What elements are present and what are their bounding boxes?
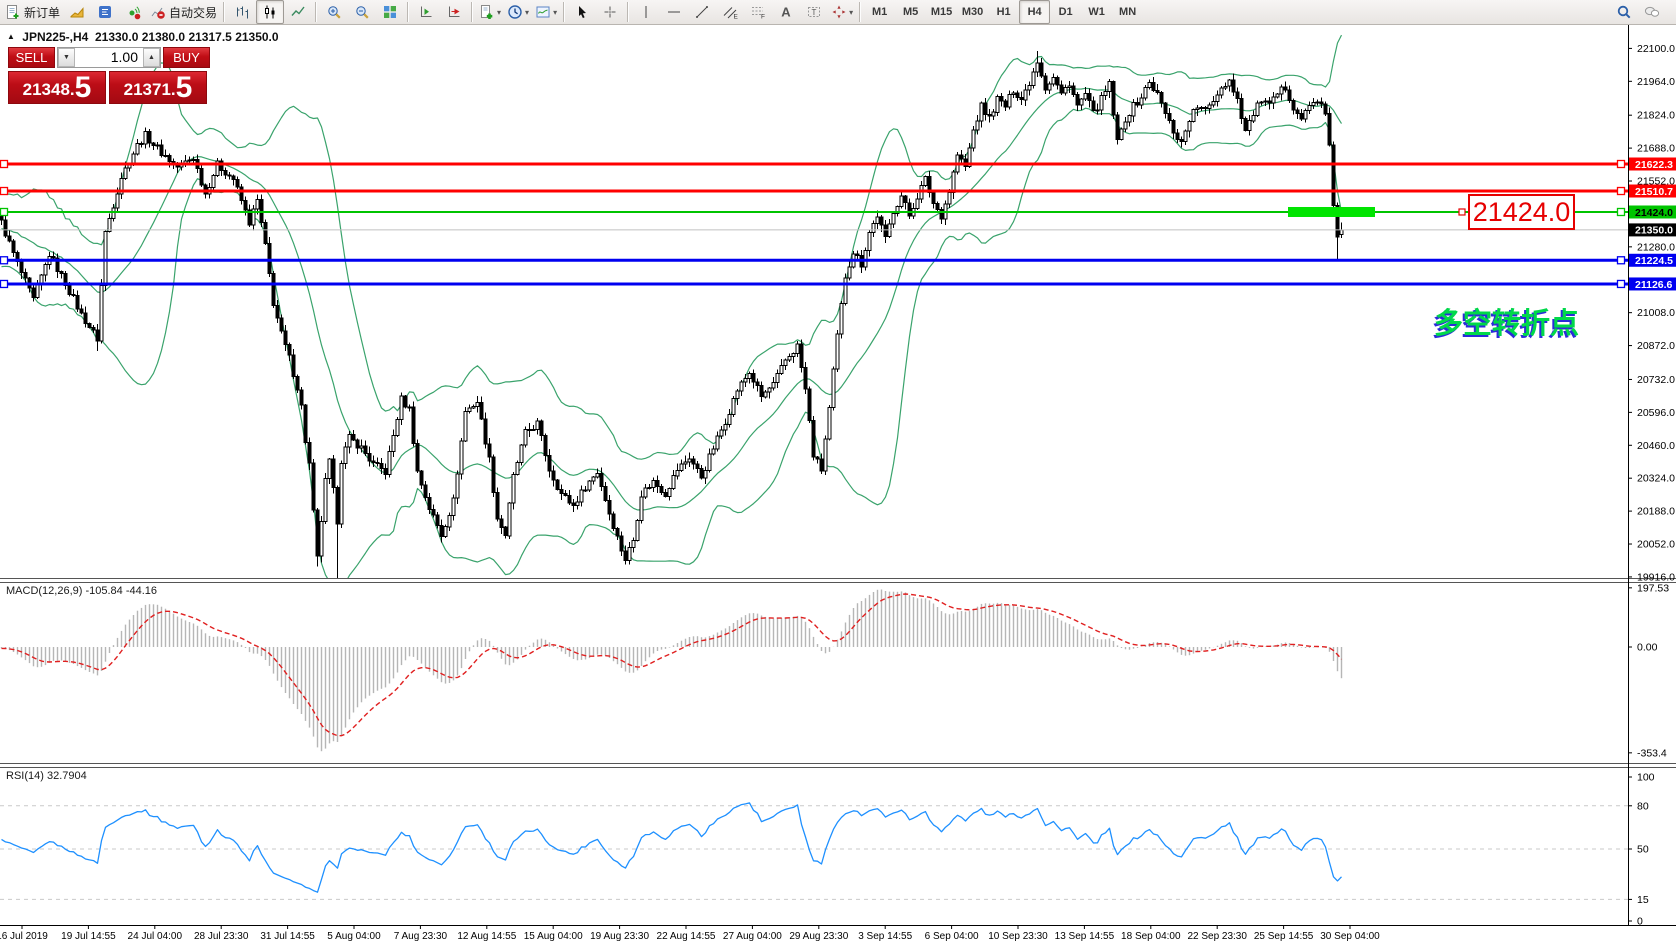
sell-price-fraction: 5 [75, 74, 92, 102]
svg-text:20596.0: 20596.0 [1637, 407, 1675, 419]
sell-price-main: 21348 [23, 78, 70, 102]
svg-text:30 Sep 04:00: 30 Sep 04:00 [1320, 931, 1380, 942]
svg-text:5 Aug 04:00: 5 Aug 04:00 [327, 931, 381, 942]
svg-text:12 Aug 14:55: 12 Aug 14:55 [457, 931, 516, 942]
svg-text:27 Aug 04:00: 27 Aug 04:00 [723, 931, 782, 942]
svg-text:19 Jul 14:55: 19 Jul 14:55 [61, 931, 116, 942]
callout-anchor-handle[interactable] [1459, 209, 1465, 215]
svg-text:22 Aug 14:55: 22 Aug 14:55 [657, 931, 716, 942]
svg-text:15: 15 [1637, 894, 1649, 906]
svg-text:21424.0: 21424.0 [1635, 207, 1673, 219]
svg-text:6 Sep 04:00: 6 Sep 04:00 [925, 931, 979, 942]
svg-text:7 Aug 23:30: 7 Aug 23:30 [394, 931, 448, 942]
line-handle[interactable] [1, 188, 8, 195]
volume-decrease-button[interactable]: ▼ [58, 48, 75, 67]
svg-text:22 Sep 23:30: 22 Sep 23:30 [1187, 931, 1247, 942]
svg-text:20732.0: 20732.0 [1637, 374, 1675, 386]
rsi-indicator-label: RSI(14) 32.7904 [6, 770, 87, 782]
svg-text:20324.0: 20324.0 [1637, 473, 1675, 485]
ohlc-high: 21380.0 [142, 30, 185, 44]
svg-text:80: 80 [1637, 800, 1649, 812]
collapse-arrow-icon[interactable]: ▲ [7, 32, 15, 41]
line-handle[interactable] [1, 257, 8, 264]
macd-indicator-label: MACD(12,26,9) -105.84 -44.16 [6, 585, 157, 597]
line-handle[interactable] [1618, 280, 1625, 287]
buy-button[interactable]: BUY [163, 47, 210, 68]
svg-text:24 Jul 04:00: 24 Jul 04:00 [128, 931, 183, 942]
buy-price-button[interactable]: 21371.5 [109, 71, 207, 104]
svg-text:31 Jul 14:55: 31 Jul 14:55 [260, 931, 315, 942]
svg-text:197.53: 197.53 [1637, 582, 1669, 594]
svg-text:21510.7: 21510.7 [1635, 186, 1673, 198]
buy-price-fraction: 5 [176, 74, 193, 102]
symbol-period-label: JPN225-,H4 [22, 30, 88, 44]
svg-text:-353.4: -353.4 [1637, 747, 1667, 759]
svg-text:21280.0: 21280.0 [1637, 241, 1675, 253]
volume-input[interactable]: 1.00 [75, 48, 143, 67]
volume-stepper: ▼ 1.00 ▲ [57, 47, 161, 68]
highlight-rect[interactable] [1288, 207, 1375, 217]
sell-button[interactable]: SELL [8, 47, 55, 68]
svg-text:21008.0: 21008.0 [1637, 307, 1675, 319]
turning-point-annotation[interactable]: 多空转折点 [1434, 300, 1579, 342]
svg-text:16 Jul 2019: 16 Jul 2019 [0, 931, 48, 942]
svg-text:21964.0: 21964.0 [1637, 76, 1675, 88]
svg-text:18 Sep 04:00: 18 Sep 04:00 [1121, 931, 1181, 942]
ohlc-close: 21350.0 [235, 30, 278, 44]
svg-text:20460.0: 20460.0 [1637, 440, 1675, 452]
chart-header: ▲ JPN225-,H4 21330.0 21380.0 21317.5 213… [7, 30, 279, 44]
svg-text:28 Jul 23:30: 28 Jul 23:30 [194, 931, 249, 942]
svg-text:0: 0 [1637, 916, 1643, 928]
volume-increase-button[interactable]: ▲ [143, 48, 160, 67]
one-click-trading-panel: SELL ▼ 1.00 ▲ BUY 21348.5 21371.5 [8, 47, 210, 104]
svg-text:20188.0: 20188.0 [1637, 506, 1675, 518]
svg-text:0.00: 0.00 [1637, 642, 1658, 654]
svg-text:20052.0: 20052.0 [1637, 539, 1675, 551]
svg-text:21350.0: 21350.0 [1635, 225, 1673, 237]
svg-text:15 Aug 04:00: 15 Aug 04:00 [524, 931, 583, 942]
svg-text:13 Sep 14:55: 13 Sep 14:55 [1055, 931, 1115, 942]
line-handle[interactable] [1618, 161, 1625, 168]
buy-price-main: 21371 [124, 78, 171, 102]
svg-text:21688.0: 21688.0 [1637, 143, 1675, 155]
line-handle[interactable] [1618, 208, 1625, 215]
sell-price-button[interactable]: 21348.5 [8, 71, 106, 104]
ohlc-low: 21317.5 [188, 30, 231, 44]
svg-text:25 Sep 14:55: 25 Sep 14:55 [1254, 931, 1314, 942]
svg-text:29 Aug 23:30: 29 Aug 23:30 [789, 931, 848, 942]
svg-text:21824.0: 21824.0 [1637, 110, 1675, 122]
chart-canvas[interactable]: 22100.021964.021824.021688.021552.021280… [0, 0, 1676, 945]
line-handle[interactable] [1618, 257, 1625, 264]
svg-text:50: 50 [1637, 844, 1649, 856]
svg-text:10 Sep 23:30: 10 Sep 23:30 [988, 931, 1048, 942]
price-callout-annotation[interactable]: 21424.0 [1468, 194, 1575, 230]
svg-text:3 Sep 14:55: 3 Sep 14:55 [858, 931, 912, 942]
svg-text:21224.5: 21224.5 [1635, 255, 1673, 267]
line-handle[interactable] [1, 208, 8, 215]
line-handle[interactable] [1, 280, 8, 287]
ohlc-open: 21330.0 [95, 30, 138, 44]
svg-text:100: 100 [1637, 772, 1655, 784]
svg-text:20872.0: 20872.0 [1637, 340, 1675, 352]
svg-text:21126.6: 21126.6 [1635, 279, 1673, 291]
line-handle[interactable] [1, 161, 8, 168]
svg-text:19 Aug 23:30: 19 Aug 23:30 [590, 931, 649, 942]
svg-text:22100.0: 22100.0 [1637, 43, 1675, 55]
line-handle[interactable] [1618, 188, 1625, 195]
svg-text:21622.3: 21622.3 [1635, 159, 1673, 171]
